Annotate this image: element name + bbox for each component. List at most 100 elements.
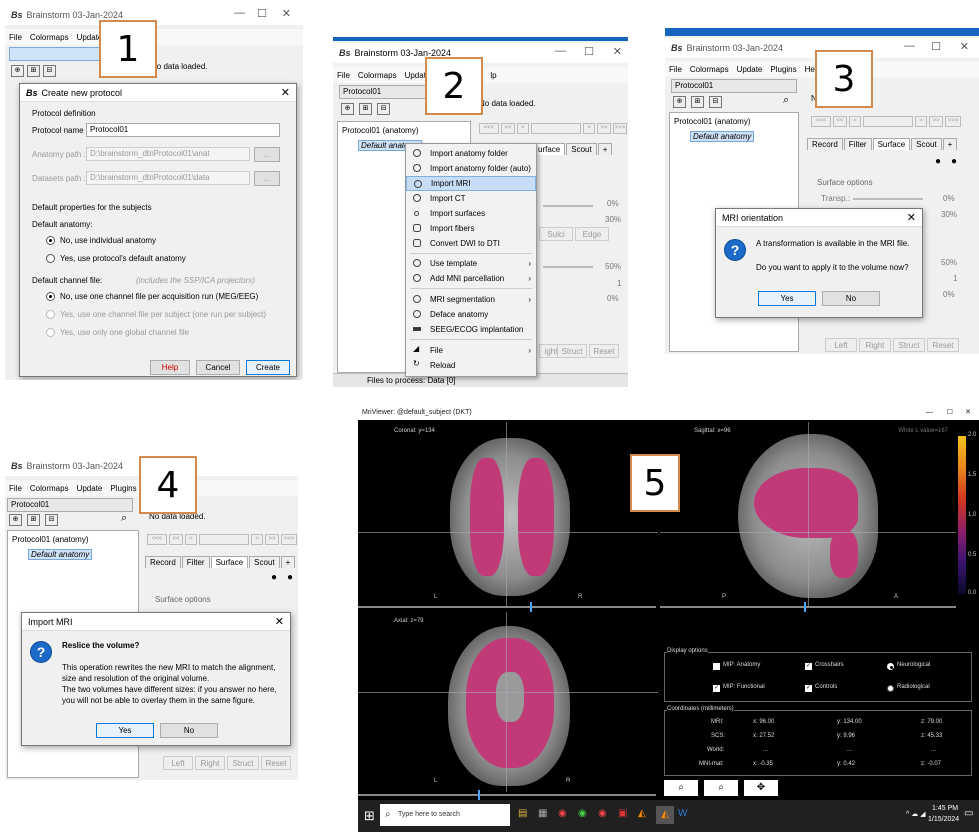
word-icon[interactable]: W — [678, 808, 687, 819]
nav-next-fast-button[interactable]: >> — [929, 116, 943, 127]
slider-transparency[interactable] — [543, 205, 593, 207]
network-icon[interactable]: ^ ☁ ◢ — [906, 810, 926, 818]
functional-view-icon[interactable]: ⊞ — [27, 514, 40, 526]
close-icon[interactable]: ✕ — [613, 45, 622, 58]
menu-colormaps[interactable]: Colormaps — [690, 65, 729, 74]
nav-last-button[interactable]: >>> — [945, 116, 961, 127]
menu-use-template[interactable]: Use template › — [406, 256, 536, 271]
anatomy-view-icon[interactable]: ⊕ — [11, 65, 24, 77]
menu-file[interactable]: File — [9, 484, 22, 493]
protocol-name-input[interactable]: Protocol01 — [86, 123, 280, 137]
nav-prev-fast-button[interactable]: << — [833, 116, 847, 127]
tree-protocol-root[interactable]: Protocol01 (anatomy) — [674, 117, 750, 126]
tab-record[interactable]: Record — [145, 556, 181, 568]
tab-record[interactable]: Record — [807, 138, 843, 150]
matlab-icon[interactable]: ◭ — [638, 808, 646, 819]
menu-colormaps[interactable]: Colormaps — [30, 484, 69, 493]
pdf-icon[interactable]: ▣ — [618, 808, 627, 819]
functional-view-icon[interactable]: ⊞ — [359, 103, 372, 115]
tree-protocol-root[interactable]: Protocol01 (anatomy) — [342, 126, 418, 135]
study-view-icon[interactable]: ⊟ — [377, 103, 390, 115]
tab-scout[interactable]: Scout — [911, 138, 942, 150]
tab-scout[interactable]: Scout — [566, 143, 597, 155]
windows-start-icon[interactable]: ⊞ — [364, 808, 375, 824]
menu-import-surfaces[interactable]: Import surfaces — [406, 206, 536, 221]
yes-button[interactable]: Yes — [96, 723, 154, 738]
add-surface-icon[interactable]: ● — [935, 156, 941, 167]
menu-import-anatomy-folder-auto[interactable]: Import anatomy folder (auto) — [406, 161, 536, 176]
nav-prev-fast-button[interactable]: << — [501, 123, 515, 134]
menu-file[interactable]: File — [337, 71, 350, 80]
no-button[interactable]: No — [822, 291, 880, 306]
close-icon[interactable]: ✕ — [282, 7, 291, 20]
controls-checkbox[interactable]: ✓ — [805, 685, 812, 692]
menu-file[interactable]: File — [669, 65, 682, 74]
nav-next-button[interactable]: > — [915, 116, 927, 127]
tree-default-anatomy[interactable]: Default anatomy — [28, 549, 93, 560]
axial-view[interactable]: Axial: z=79 L R — [358, 612, 658, 792]
chrome-icon-2[interactable]: ◉ — [598, 808, 607, 819]
minimize-icon[interactable]: — — [904, 40, 915, 52]
tab-surface[interactable]: urface — [533, 143, 566, 155]
zoom-in-button[interactable]: ⌕ — [664, 780, 698, 796]
no-button[interactable]: No — [160, 723, 218, 738]
minimize-icon[interactable]: — — [555, 45, 566, 57]
mip-anatomy-checkbox[interactable] — [713, 663, 720, 670]
taskbar-time[interactable]: 1:45 PM — [932, 805, 958, 812]
notification-icon[interactable]: ▭ — [964, 808, 973, 819]
tree-protocol-root[interactable]: Protocol01 (anatomy) — [12, 535, 88, 544]
menu-plugins[interactable]: Plugins — [770, 65, 796, 74]
menu-seeg-ecog[interactable]: SEEG/ECOG implantation — [406, 322, 536, 337]
tab-add[interactable]: + — [280, 556, 296, 568]
minimize-icon[interactable]: — — [926, 406, 933, 420]
app-icon[interactable]: ◉ — [578, 808, 587, 819]
functional-view-icon[interactable]: ⊞ — [27, 65, 40, 77]
time-field[interactable] — [863, 116, 913, 127]
nav-first-button[interactable]: <<< — [147, 534, 167, 545]
menu-update[interactable]: Update — [737, 65, 763, 74]
pan-button[interactable]: ✥ — [744, 780, 778, 796]
nav-next-button[interactable]: > — [251, 534, 263, 545]
menu-colormaps[interactable]: Colormaps — [358, 71, 397, 80]
create-button[interactable]: Create — [246, 360, 290, 375]
struct-button[interactable]: Struct — [893, 338, 925, 352]
close-icon[interactable]: ✕ — [960, 40, 969, 53]
menu-convert-dwi[interactable]: Convert DWI to DTI — [406, 236, 536, 251]
maximize-icon[interactable]: ☐ — [257, 7, 267, 20]
cancel-button[interactable]: Cancel — [196, 360, 240, 375]
taskbar-search[interactable]: ⌕ Type here to search — [380, 804, 510, 826]
nav-last-button[interactable]: >>> — [281, 534, 297, 545]
tree-default-anatomy[interactable]: Default anatomy — [690, 131, 755, 142]
close-icon[interactable]: ✕ — [275, 615, 284, 628]
anatomy-view-icon[interactable]: ⊕ — [341, 103, 354, 115]
help-button[interactable]: Help — [150, 360, 190, 375]
tab-add[interactable]: + — [942, 138, 958, 150]
nav-next-fast-button[interactable]: >> — [265, 534, 279, 545]
file-explorer-icon[interactable]: ▤ — [518, 808, 527, 819]
taskbar-date[interactable]: 1/15/2024 — [928, 816, 959, 823]
menu-colormaps[interactable]: Colormaps — [30, 33, 69, 42]
struct-button[interactable]: Struct — [227, 756, 259, 770]
tab-surface[interactable]: Surface — [210, 556, 249, 568]
maximize-icon[interactable]: ☐ — [584, 45, 594, 58]
nav-prev-button[interactable]: < — [849, 116, 861, 127]
crosshairs-checkbox[interactable]: ✓ — [805, 663, 812, 670]
reset-button[interactable]: Reset — [589, 344, 619, 358]
study-view-icon[interactable]: ⊟ — [709, 96, 722, 108]
radiological-radio[interactable] — [887, 685, 894, 692]
menu-plugins[interactable]: Plugins — [110, 484, 136, 493]
zoom-out-button[interactable]: ⌕ — [704, 780, 738, 796]
time-field[interactable] — [531, 123, 581, 134]
datasets-path-input[interactable]: D:\brainstorm_db\Protocol01\data — [86, 171, 250, 185]
nav-prev-button[interactable]: < — [185, 534, 197, 545]
anatomy-view-icon[interactable]: ⊕ — [673, 96, 686, 108]
add-surface-icon[interactable]: ● — [271, 572, 277, 583]
protocol-dropdown[interactable]: Protocol01 — [7, 498, 133, 512]
close-icon[interactable]: ✕ — [965, 406, 971, 420]
nav-prev-fast-button[interactable]: << — [169, 534, 183, 545]
brainstorm-taskbar-icon[interactable]: ◭ — [656, 806, 674, 824]
tab-filter[interactable]: Filter — [181, 556, 210, 568]
yes-button[interactable]: Yes — [758, 291, 816, 306]
anatomy-browse-button[interactable]: ... — [254, 147, 280, 162]
functional-view-icon[interactable]: ⊞ — [691, 96, 704, 108]
